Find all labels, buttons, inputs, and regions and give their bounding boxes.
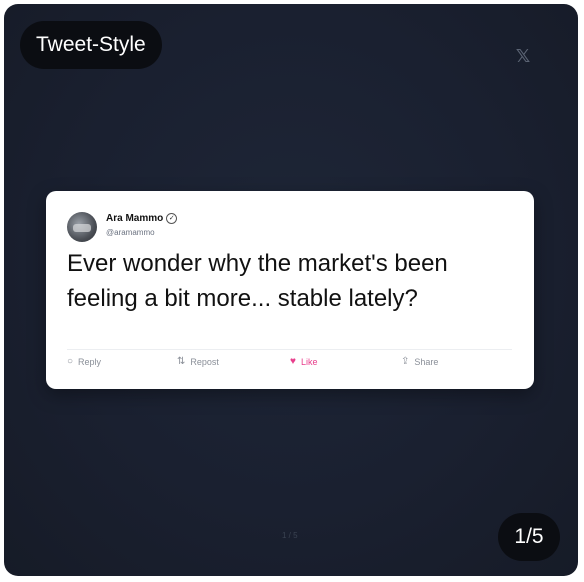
repost-label: Repost — [190, 357, 219, 367]
divider — [67, 349, 512, 350]
verified-icon: ✓ — [166, 213, 178, 224]
x-logo-icon: 𝕏 — [515, 46, 531, 66]
page-indicator: 1/5 — [498, 513, 560, 561]
like-button[interactable]: ♥ Like — [290, 356, 318, 368]
avatar[interactable] — [67, 212, 97, 242]
like-label: Like — [300, 357, 318, 367]
author-handle[interactable]: @aramammo — [106, 228, 155, 237]
reply-label: Reply — [78, 357, 102, 367]
share-button[interactable]: ⇪ Share — [401, 356, 439, 368]
author-name[interactable]: Ara Mammo — [106, 213, 163, 224]
reply-button[interactable]: ○ Reply — [67, 356, 102, 368]
share-icon: ⇪ — [401, 356, 410, 367]
slide-frame: Tweet-Style 𝕏 Ara Mammo ✓ @aramammo Ever… — [4, 4, 578, 576]
tweet-card: Ara Mammo ✓ @aramammo Ever wonder why th… — [46, 191, 534, 389]
heart-icon: ♥ — [290, 356, 296, 367]
author-name-row: Ara Mammo ✓ — [106, 213, 178, 224]
share-label: Share — [414, 357, 439, 367]
style-tag: Tweet-Style — [20, 21, 162, 69]
reply-icon: ○ — [67, 356, 74, 367]
page-indicator-small: 1 / 5 — [282, 531, 298, 540]
repost-button[interactable]: ⇅ Repost — [177, 356, 219, 368]
repost-icon: ⇅ — [177, 356, 186, 367]
tweet-text: Ever wonder why the market's been feelin… — [67, 250, 448, 312]
